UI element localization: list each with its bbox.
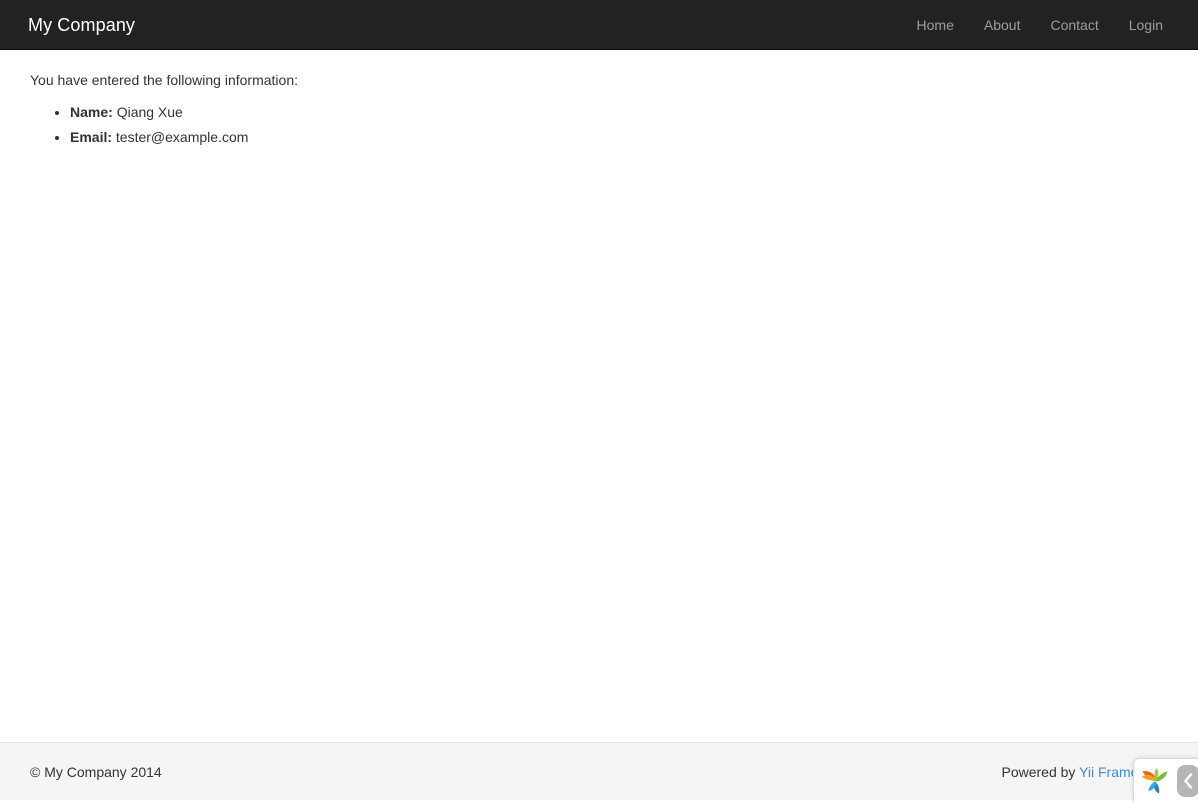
page-footer: © My Company 2014 Powered by Yii Framewo… <box>0 742 1198 800</box>
info-value-name: Qiang Xue <box>117 104 183 120</box>
nav-link-about[interactable]: About <box>969 0 1036 49</box>
top-navbar: My Company Home About Contact Login <box>0 0 1198 50</box>
nav-item-home[interactable]: Home <box>902 0 969 49</box>
footer-copyright: © My Company 2014 <box>30 762 162 782</box>
main-content: You have entered the following informati… <box>0 50 1198 740</box>
debug-toolbar-toggle-button[interactable] <box>1177 765 1198 797</box>
yii-debug-toolbar[interactable] <box>1133 758 1198 802</box>
footer-inner: © My Company 2014 Powered by Yii Framewo… <box>0 743 1198 800</box>
nav-item-about[interactable]: About <box>969 0 1036 49</box>
list-item: Email: tester@example.com <box>70 125 1198 150</box>
intro-text: You have entered the following informati… <box>15 70 1198 90</box>
nav-link-home[interactable]: Home <box>902 0 969 49</box>
yii-logo-icon <box>1139 765 1173 797</box>
info-label-name: Name: <box>70 104 113 120</box>
info-value-email: tester@example.com <box>116 129 248 145</box>
nav-item-contact[interactable]: Contact <box>1035 0 1113 49</box>
list-item: Name: Qiang Xue <box>70 100 1198 125</box>
powered-by-text: Powered by <box>1001 764 1079 780</box>
info-label-email: Email: <box>70 129 112 145</box>
content-area: You have entered the following informati… <box>0 50 1198 150</box>
nav-link-contact[interactable]: Contact <box>1035 0 1113 49</box>
nav-item-login[interactable]: Login <box>1114 0 1178 49</box>
nav-link-login[interactable]: Login <box>1114 0 1178 49</box>
collapse-chevron-left-icon <box>1183 773 1193 789</box>
submitted-info-list: Name: Qiang Xue Email: tester@example.co… <box>15 100 1198 150</box>
navbar-nav: Home About Contact Login <box>902 0 1198 49</box>
navbar-brand[interactable]: My Company <box>0 0 150 49</box>
